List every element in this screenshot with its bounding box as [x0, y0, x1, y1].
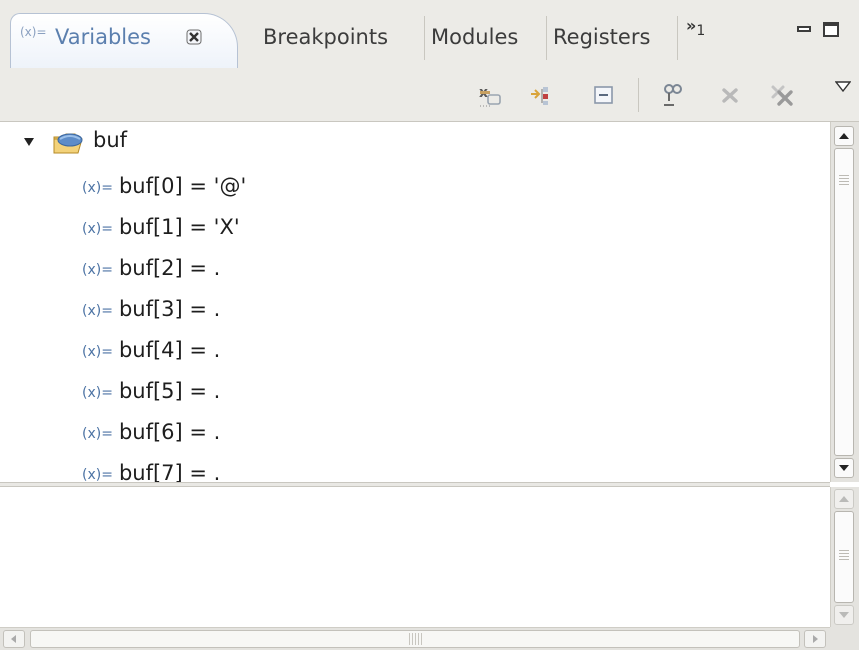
- variable-icon: (x)=: [82, 385, 113, 401]
- detail-pane[interactable]: [0, 487, 830, 627]
- scroll-down-arrow[interactable]: [834, 458, 854, 478]
- grip-icon: [409, 633, 423, 645]
- remove-all-icon[interactable]: [768, 81, 796, 109]
- view-tab-bar: (x)= Variables Breakpoints Modules Regis…: [0, 0, 859, 69]
- connect-icon[interactable]: [660, 81, 688, 109]
- tree-row[interactable]: (x)= buf[6] = .: [82, 414, 220, 450]
- grip-icon: [839, 175, 849, 187]
- arrow-up-icon: [839, 496, 849, 502]
- scrollbar-corner: [830, 627, 859, 650]
- tree-row[interactable]: (x)= buf[5] = .: [82, 373, 220, 409]
- view-toolbar: x: [0, 68, 859, 122]
- tab-separator: [677, 16, 678, 60]
- tab-overflow-button[interactable]: »1: [686, 16, 705, 39]
- expand-collapse-twisty-icon[interactable]: [23, 137, 35, 147]
- tab-separator: [546, 16, 547, 60]
- variable-value: buf[2] = .: [118, 256, 221, 280]
- variable-value: buf[1] = 'X': [118, 215, 240, 239]
- maximize-icon[interactable]: [823, 22, 839, 37]
- scroll-up-arrow[interactable]: [834, 126, 854, 146]
- tree-row[interactable]: (x)= buf[2] = .: [82, 250, 220, 286]
- variable-value: buf[5] = .: [118, 379, 221, 403]
- tree-row[interactable]: (x)= buf[1] = 'X': [82, 209, 240, 245]
- variable-icon: (x)=: [82, 180, 113, 196]
- tab-variables-label: Variables: [55, 25, 151, 49]
- show-type-names-icon[interactable]: x: [476, 81, 504, 109]
- variable-value: buf[4] = .: [118, 338, 221, 362]
- variables-tree: buf (x)= buf[0] = '@' (x)= buf[1] = 'X' (x…: [0, 122, 830, 482]
- chevron-double-right-icon: »: [686, 16, 697, 35]
- arrow-right-icon: [813, 635, 818, 643]
- grip-icon: [839, 550, 849, 562]
- remove-icon[interactable]: [716, 81, 744, 109]
- tab-separator: [424, 16, 425, 60]
- detail-horizontal-scrollbar[interactable]: [0, 627, 830, 650]
- variable-value: buf[7] = .: [118, 461, 221, 482]
- scroll-thumb[interactable]: [30, 630, 800, 648]
- tree-row[interactable]: (x)= buf[4] = .: [82, 332, 220, 368]
- tab-variables[interactable]: (x)= Variables: [10, 13, 238, 68]
- variable-value: buf[3] = .: [118, 297, 221, 321]
- tab-registers[interactable]: Registers: [553, 16, 650, 52]
- variable-icon: (x)=: [82, 221, 113, 237]
- view-menu-triangle-icon[interactable]: [835, 81, 851, 93]
- arrow-down-icon: [839, 612, 849, 618]
- variables-view-icon: (x)=: [20, 25, 47, 39]
- collapse-all-icon[interactable]: [590, 81, 618, 109]
- detail-vertical-scrollbar[interactable]: [830, 487, 859, 627]
- variable-icon: (x)=: [82, 344, 113, 360]
- tree-vertical-scrollbar[interactable]: [830, 122, 859, 482]
- arrow-up-icon: [839, 133, 849, 139]
- tab-breakpoints[interactable]: Breakpoints: [263, 16, 388, 52]
- root-variable-name[interactable]: buf: [93, 128, 127, 152]
- scroll-right-arrow[interactable]: [804, 630, 826, 648]
- close-icon[interactable]: [186, 29, 202, 45]
- show-logical-structure-icon[interactable]: [528, 81, 556, 109]
- structure-folder-icon: [53, 133, 83, 154]
- variable-icon: (x)=: [82, 262, 113, 278]
- arrow-down-icon: [839, 465, 849, 471]
- overflow-count: 1: [696, 23, 706, 40]
- variable-value: buf[6] = .: [118, 420, 221, 444]
- scroll-left-arrow[interactable]: [3, 630, 25, 648]
- variable-icon: (x)=: [82, 426, 113, 442]
- scroll-up-arrow[interactable]: [834, 489, 854, 509]
- toolbar-separator: [638, 78, 639, 112]
- tab-modules[interactable]: Modules: [431, 16, 518, 52]
- variable-icon: (x)=: [82, 467, 113, 482]
- scroll-down-arrow[interactable]: [834, 605, 854, 625]
- tree-row[interactable]: (x)= buf[7] = .: [82, 455, 220, 482]
- variable-value: buf[0] = '@': [118, 174, 247, 198]
- scroll-thumb[interactable]: [834, 148, 854, 456]
- variable-icon: (x)=: [82, 303, 113, 319]
- arrow-left-icon: [11, 635, 16, 643]
- tree-row[interactable]: (x)= buf[0] = '@': [82, 168, 246, 204]
- minimize-icon[interactable]: [797, 26, 811, 32]
- scroll-thumb[interactable]: [834, 511, 854, 603]
- tree-row[interactable]: (x)= buf[3] = .: [82, 291, 220, 327]
